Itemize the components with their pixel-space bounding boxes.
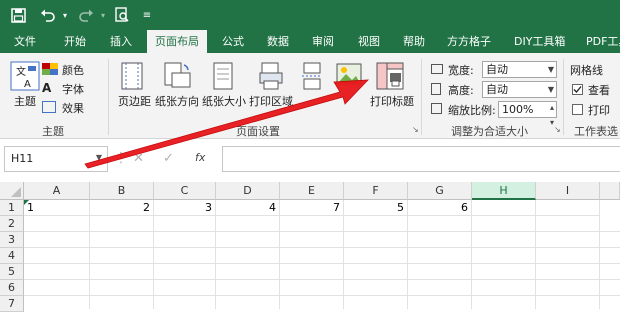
- annotation-arrow-shape: [84, 79, 369, 169]
- annotation-arrow: [84, 79, 369, 169]
